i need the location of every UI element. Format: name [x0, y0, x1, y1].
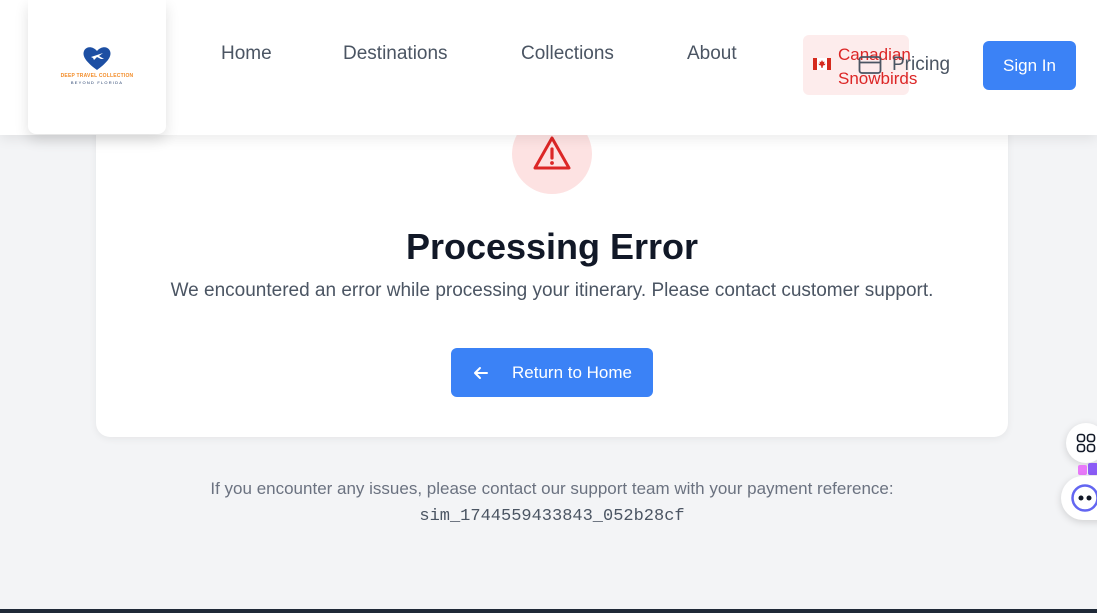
arrow-left-icon: [474, 366, 488, 379]
nav-pricing[interactable]: Pricing: [858, 53, 950, 77]
logo-text-primary: DEEP TRAVEL COLLECTION: [60, 73, 134, 79]
heart-plane-logo-icon: [83, 47, 111, 70]
pricing-label: Pricing: [892, 54, 951, 75]
sign-in-button[interactable]: Sign In: [983, 41, 1076, 90]
apps-grid-icon: [1076, 433, 1096, 453]
error-message: We encountered an error while processing…: [170, 280, 934, 301]
nav-home[interactable]: Home: [221, 43, 272, 65]
error-title: Processing Error: [405, 226, 699, 267]
logo[interactable]: DEEP TRAVEL COLLECTION BEYOND FLORIDA: [38, 6, 156, 124]
nav-collections[interactable]: Collections: [521, 43, 614, 65]
credit-card-icon: [858, 56, 882, 74]
logo-card[interactable]: DEEP TRAVEL COLLECTION BEYOND FLORIDA: [28, 0, 166, 134]
return-home-button[interactable]: Return to Home: [451, 348, 653, 397]
nav-destinations[interactable]: Destinations: [343, 43, 448, 65]
footer-edge: [0, 609, 1097, 613]
site-header: DEEP TRAVEL COLLECTION BEYOND FLORIDA Ho…: [0, 0, 1097, 135]
nav-about[interactable]: About: [687, 43, 737, 65]
return-home-label: Return to Home: [512, 362, 632, 382]
canada-flag-icon: [813, 58, 831, 70]
logo-text-secondary: BEYOND FLORIDA: [70, 80, 124, 85]
assistant-bot-icon: [1071, 484, 1097, 512]
apps-widget-button[interactable]: [1066, 423, 1097, 463]
extension-tabs-icon[interactable]: [1078, 462, 1097, 476]
warning-triangle-icon: [533, 136, 571, 170]
assistant-widget-button[interactable]: [1061, 476, 1097, 520]
support-note: If you encounter any issues, please cont…: [210, 479, 894, 498]
payment-reference: sim_1744559433843_052b28cf: [419, 507, 685, 526]
